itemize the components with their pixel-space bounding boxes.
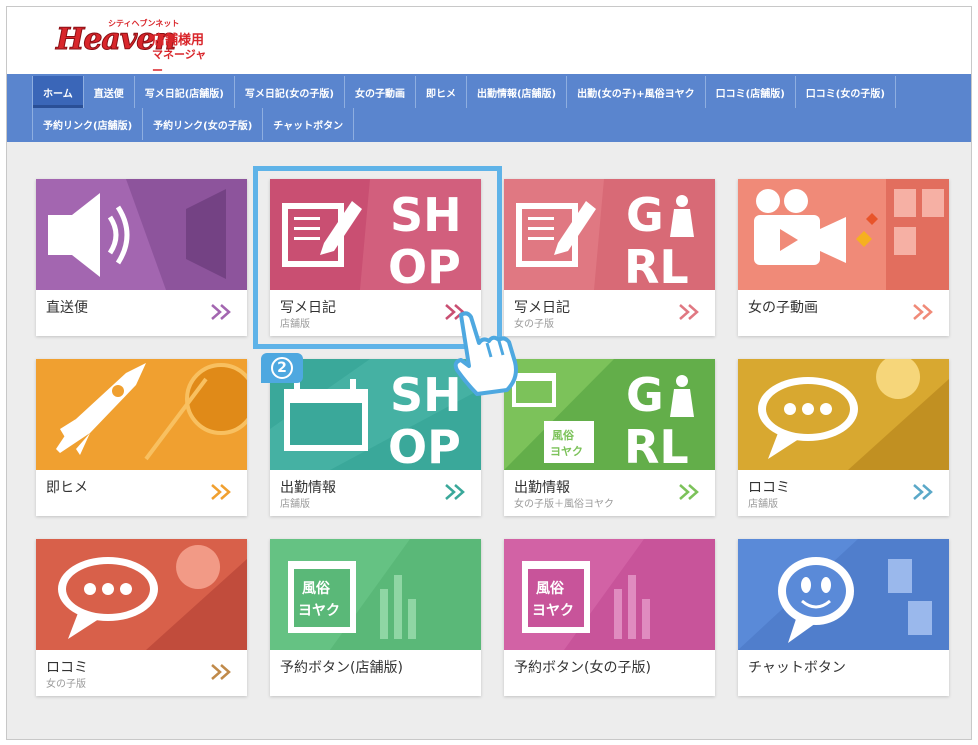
card-label: 予約ボタン(女の子版) bbox=[514, 660, 651, 676]
video-camera-icon bbox=[738, 179, 949, 290]
card-image bbox=[36, 539, 247, 650]
svg-text:風俗: 風俗 bbox=[302, 580, 331, 597]
chevron-double-right-icon bbox=[211, 484, 231, 500]
card-image: 風俗 ヨヤク G RL bbox=[504, 359, 715, 470]
card-sublabel: 女の子版＋風俗ヨヤク bbox=[514, 499, 614, 510]
card-label: 即ヒメ bbox=[46, 480, 88, 496]
nav-item-diary-shop[interactable]: 写メ日記(店舗版) bbox=[135, 76, 235, 108]
card-direct[interactable]: 直送便 bbox=[36, 179, 247, 336]
chevron-double-right-icon bbox=[211, 664, 231, 680]
svg-text:ヨヤク: ヨヤク bbox=[298, 603, 340, 619]
card-sokuhime[interactable]: 即ヒメ bbox=[36, 359, 247, 516]
card-reserve-shop[interactable]: 風俗 ヨヤク 予約ボタン(店舗版) bbox=[270, 539, 481, 696]
rocket-icon bbox=[36, 359, 247, 470]
main-nav: ホーム 直送便 写メ日記(店舗版) 写メ日記(女の子版) 女の子動画 即ヒメ 出… bbox=[7, 74, 971, 142]
calendar-girl-icon: 風俗 ヨヤク G RL bbox=[504, 359, 715, 470]
card-label: 女の子動画 bbox=[748, 300, 818, 316]
svg-text:ヨヤク: ヨヤク bbox=[550, 445, 583, 458]
card-sublabel: 店舗版 bbox=[748, 499, 778, 510]
svg-text:OP: OP bbox=[388, 420, 461, 470]
card-reserve-girl[interactable]: 風俗 ヨヤク 予約ボタン(女の子版) bbox=[504, 539, 715, 696]
card-label: ロコミ bbox=[46, 660, 88, 676]
chevron-double-right-icon bbox=[211, 304, 231, 320]
speaker-icon bbox=[36, 179, 247, 290]
speech-bubble-icon bbox=[36, 539, 247, 650]
logo-small-text: シティヘブンネット bbox=[108, 19, 180, 28]
reservation-calendar-icon: 風俗 ヨヤク bbox=[504, 539, 715, 650]
card-label: チャットボタン bbox=[748, 660, 846, 676]
nav-row-2: 予約リンク(店舗版) 予約リンク(女の子版) チャットボタン bbox=[32, 108, 971, 140]
card-label: 出勤情報 bbox=[280, 480, 336, 496]
nav-item-reserve-link-shop[interactable]: 予約リンク(店舗版) bbox=[32, 108, 144, 140]
chevron-double-right-icon bbox=[679, 484, 699, 500]
app-frame: Heaven シティヘブンネット 店舗様用 マネージャー ホーム 直送便 写メ日… bbox=[6, 6, 972, 740]
chat-face-icon bbox=[738, 539, 949, 650]
card-image bbox=[738, 179, 949, 290]
card-chat-button[interactable]: チャットボタン bbox=[738, 539, 949, 696]
diary-girl-icon: G RL bbox=[504, 179, 715, 290]
reservation-calendar-icon: 風俗 ヨヤク bbox=[270, 539, 481, 650]
card-image bbox=[36, 179, 247, 290]
card-image bbox=[36, 359, 247, 470]
nav-item-video[interactable]: 女の子動画 bbox=[345, 76, 416, 108]
site-logo[interactable]: Heaven シティヘブンネット 店舗様用 マネージャー bbox=[54, 16, 214, 77]
step-badge: 2 bbox=[261, 353, 303, 383]
card-image bbox=[738, 359, 949, 470]
step-number: 2 bbox=[271, 357, 293, 379]
card-image: 風俗 ヨヤク bbox=[270, 539, 481, 650]
card-label: 直送便 bbox=[46, 300, 88, 316]
svg-text:ヨヤク: ヨヤク bbox=[532, 603, 574, 619]
svg-text:RL: RL bbox=[624, 420, 689, 470]
nav-item-review-girl[interactable]: 口コミ(女の子版) bbox=[796, 76, 896, 108]
nav-item-sokuhime[interactable]: 即ヒメ bbox=[416, 76, 467, 108]
nav-item-home[interactable]: ホーム bbox=[32, 76, 84, 108]
nav-item-direct[interactable]: 直送便 bbox=[84, 76, 135, 108]
card-label: 出勤情報 bbox=[514, 480, 570, 496]
speech-bubble-icon bbox=[738, 359, 949, 470]
pointing-hand-icon bbox=[453, 311, 518, 396]
nav-item-attendance-shop[interactable]: 出勤情報(店舗版) bbox=[467, 76, 568, 108]
card-image: G RL bbox=[504, 179, 715, 290]
nav-item-reserve-link-girl[interactable]: 予約リンク(女の子版) bbox=[143, 108, 264, 140]
card-label: ロコミ bbox=[748, 480, 790, 496]
svg-text:風俗: 風俗 bbox=[536, 580, 565, 597]
svg-text:RL: RL bbox=[624, 240, 689, 290]
card-diary-girl[interactable]: G RL 写メ日記 女の子版 bbox=[504, 179, 715, 336]
nav-item-chat-button[interactable]: チャットボタン bbox=[263, 108, 355, 140]
chevron-double-right-icon bbox=[679, 304, 699, 320]
nav-item-review-shop[interactable]: 口コミ(店舗版) bbox=[706, 76, 796, 108]
nav-item-attendance-girl[interactable]: 出勤(女の子)+風俗ヨヤク bbox=[567, 76, 706, 108]
nav-item-diary-girl[interactable]: 写メ日記(女の子版) bbox=[235, 76, 345, 108]
header: Heaven シティヘブンネット 店舗様用 マネージャー bbox=[7, 7, 971, 77]
svg-text:G: G bbox=[626, 368, 664, 422]
chevron-double-right-icon bbox=[913, 304, 933, 320]
card-video[interactable]: 女の子動画 bbox=[738, 179, 949, 336]
chevron-double-right-icon bbox=[445, 484, 465, 500]
chevron-double-right-icon bbox=[913, 484, 933, 500]
svg-text:風俗: 風俗 bbox=[552, 428, 575, 442]
card-review-girl[interactable]: ロコミ 女の子版 bbox=[36, 539, 247, 696]
card-sublabel: 店舗版 bbox=[280, 499, 310, 510]
nav-row-1: ホーム 直送便 写メ日記(店舗版) 写メ日記(女の子版) 女の子動画 即ヒメ 出… bbox=[32, 76, 971, 108]
card-sublabel: 女の子版 bbox=[46, 679, 86, 690]
card-image: 風俗 ヨヤク bbox=[504, 539, 715, 650]
card-label: 予約ボタン(店舗版) bbox=[280, 660, 403, 676]
card-attendance-girl[interactable]: 風俗 ヨヤク G RL 出勤情報 女の子版＋風俗ヨヤク bbox=[504, 359, 715, 516]
card-review-shop[interactable]: ロコミ 店舗版 bbox=[738, 359, 949, 516]
svg-text:G: G bbox=[626, 188, 664, 242]
card-image bbox=[738, 539, 949, 650]
